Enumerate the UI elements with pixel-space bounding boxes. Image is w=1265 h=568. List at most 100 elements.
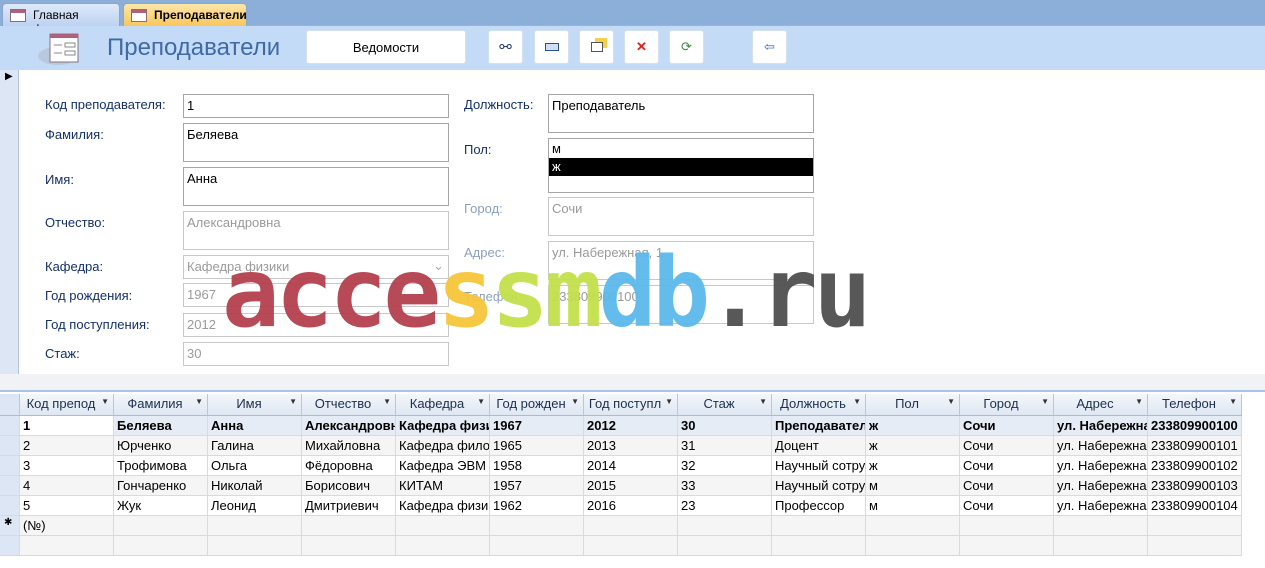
table-cell[interactable]: Анна	[208, 416, 302, 436]
sort-filter-dropdown-icon[interactable]: ▼	[195, 397, 203, 406]
table-cell[interactable]: 2	[20, 436, 114, 456]
table-cell[interactable]	[772, 536, 866, 556]
record-selector[interactable]: ▶	[0, 70, 19, 374]
table-cell[interactable]: м	[866, 496, 960, 516]
table-cell[interactable]: ж	[866, 436, 960, 456]
table-row[interactable]: 4 Гончаренко Николай Борисович КИТАМ 1957 2015…	[0, 476, 1242, 496]
table-cell[interactable]: ул. Набережная	[1054, 496, 1148, 516]
table-cell[interactable]	[960, 536, 1054, 556]
column-header[interactable]: Год рожден ▼	[490, 394, 584, 416]
sort-filter-dropdown-icon[interactable]: ▼	[1041, 397, 1049, 406]
column-header[interactable]: Город ▼	[960, 394, 1054, 416]
table-cell[interactable]: Борисович	[302, 476, 396, 496]
table-cell[interactable]: 1958	[490, 456, 584, 476]
row-selector[interactable]	[0, 416, 20, 436]
table-cell[interactable]: 233809900104	[1148, 496, 1242, 516]
row-selector[interactable]	[0, 456, 20, 476]
column-header[interactable]: Отчество ▼	[302, 394, 396, 416]
table-cell[interactable]: 2016	[584, 496, 678, 516]
table-cell[interactable]: Преподаватель	[772, 416, 866, 436]
sort-filter-dropdown-icon[interactable]: ▼	[1135, 397, 1143, 406]
sort-filter-dropdown-icon[interactable]: ▼	[1229, 397, 1237, 406]
table-cell[interactable]: 33	[678, 476, 772, 496]
sort-filter-dropdown-icon[interactable]: ▼	[571, 397, 579, 406]
table-cell[interactable]: 2013	[584, 436, 678, 456]
table-cell[interactable]: Кафедра физики	[396, 416, 490, 436]
sort-filter-dropdown-icon[interactable]: ▼	[289, 397, 297, 406]
column-header[interactable]: Фамилия ▼	[114, 394, 208, 416]
table-cell[interactable]	[490, 516, 584, 536]
table-cell[interactable]: Жук	[114, 496, 208, 516]
table-cell[interactable]	[584, 516, 678, 536]
table-cell[interactable]: 1	[20, 416, 114, 436]
table-cell[interactable]: 233809900103	[1148, 476, 1242, 496]
table-cell[interactable]: 1957	[490, 476, 584, 496]
table-cell[interactable]: Профессор	[772, 496, 866, 516]
table-cell[interactable]: 30	[678, 416, 772, 436]
table-cell[interactable]: Леонид	[208, 496, 302, 516]
table-cell[interactable]: Кафедра филос	[396, 436, 490, 456]
sort-filter-dropdown-icon[interactable]: ▼	[665, 397, 673, 406]
exit-button[interactable]: ⇦	[752, 30, 787, 64]
table-cell[interactable]: Сочи	[960, 416, 1054, 436]
table-cell[interactable]: ж	[866, 416, 960, 436]
table-cell[interactable]: 2012	[584, 416, 678, 436]
table-row[interactable]: 2 Юрченко Галина Михайловна Кафедра филос 196…	[0, 436, 1242, 456]
table-cell[interactable]: Юрченко	[114, 436, 208, 456]
table-cell[interactable]	[866, 536, 960, 556]
table-cell[interactable]	[678, 516, 772, 536]
column-header[interactable]: Пол ▼	[866, 394, 960, 416]
table-cell[interactable]: ж	[866, 456, 960, 476]
table-cell[interactable]: Кафедра ЭВМ	[396, 456, 490, 476]
refresh-button[interactable]: ⟳	[669, 30, 704, 64]
delete-record-button[interactable]: ✕	[624, 30, 659, 64]
table-cell[interactable]: Сочи	[960, 476, 1054, 496]
table-cell[interactable]: 1965	[490, 436, 584, 456]
surname-field[interactable]: Беляева	[183, 123, 449, 162]
column-header[interactable]: Год поступл ▼	[584, 394, 678, 416]
table-cell[interactable]	[866, 516, 960, 536]
table-cell[interactable]: (№)	[20, 516, 114, 536]
table-cell[interactable]: 233809900101	[1148, 436, 1242, 456]
table-cell[interactable]: Галина	[208, 436, 302, 456]
table-cell[interactable]	[302, 536, 396, 556]
table-cell[interactable]: 23	[678, 496, 772, 516]
table-cell[interactable]	[396, 516, 490, 536]
table-cell[interactable]: Ольга	[208, 456, 302, 476]
table-cell[interactable]: 2014	[584, 456, 678, 476]
city-field[interactable]: Сочи	[548, 197, 814, 236]
table-cell[interactable]: 233809900102	[1148, 456, 1242, 476]
column-header[interactable]: Стаж ▼	[678, 394, 772, 416]
table-cell[interactable]: Дмитриевич	[302, 496, 396, 516]
table-cell[interactable]	[1054, 536, 1148, 556]
table-cell[interactable]: 233809900100	[1148, 416, 1242, 436]
sort-filter-dropdown-icon[interactable]: ▼	[101, 397, 109, 406]
table-cell[interactable]: 5	[20, 496, 114, 516]
table-cell[interactable]: 32	[678, 456, 772, 476]
select-all-corner[interactable]	[0, 394, 20, 416]
table-row[interactable]: 3 Трофимова Ольга Фёдоровна Кафедра ЭВМ 1958 2…	[0, 456, 1242, 476]
row-selector[interactable]	[0, 536, 20, 556]
row-selector[interactable]	[0, 476, 20, 496]
table-cell[interactable]: Научный сотрудник	[772, 456, 866, 476]
name-field[interactable]: Анна	[183, 167, 449, 206]
gender-option-f-selected[interactable]: ж	[549, 158, 813, 176]
column-header[interactable]: Код препод ▼	[20, 394, 114, 416]
table-cell[interactable]	[1148, 516, 1242, 536]
table-row[interactable]: 1БеляеваАннаАлександровнаКафедра физики1…	[0, 416, 1242, 436]
table-cell[interactable]: 1967	[490, 416, 584, 436]
table-cell[interactable]	[20, 536, 114, 556]
row-selector[interactable]	[0, 496, 20, 516]
row-selector[interactable]: ✱	[0, 516, 20, 536]
column-header[interactable]: Имя ▼	[208, 394, 302, 416]
column-header[interactable]: Кафедра ▼	[396, 394, 490, 416]
new-record-row[interactable]: ✱ (№)	[0, 516, 1242, 536]
table-cell[interactable]: Александровна	[302, 416, 396, 436]
sort-filter-dropdown-icon[interactable]: ▼	[477, 397, 485, 406]
table-cell[interactable]: Сочи	[960, 436, 1054, 456]
table-cell[interactable]	[678, 536, 772, 556]
table-cell[interactable]: 4	[20, 476, 114, 496]
table-cell[interactable]	[302, 516, 396, 536]
table-cell[interactable]: Сочи	[960, 496, 1054, 516]
table-cell[interactable]	[396, 536, 490, 556]
